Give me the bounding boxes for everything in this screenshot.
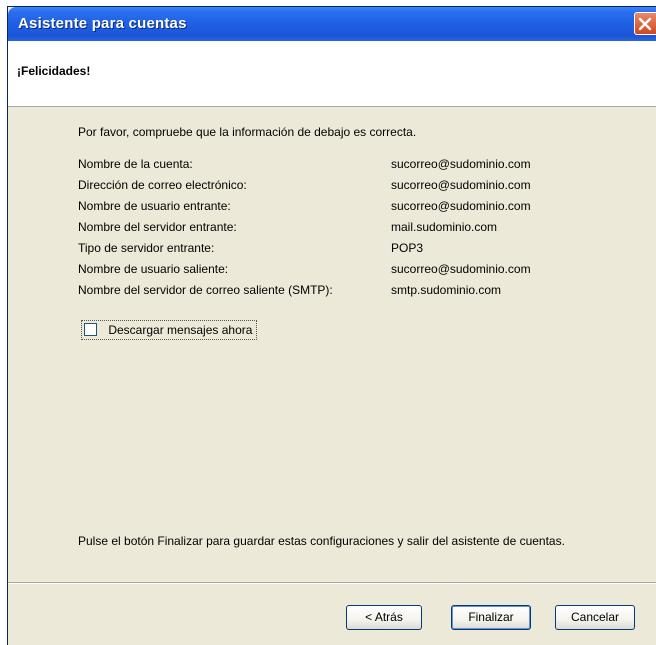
download-now-checkbox[interactable]: Descargar mensajes ahora	[81, 320, 258, 340]
separator	[8, 582, 656, 584]
info-label: Nombre del servidor entrante:	[78, 220, 237, 234]
close-icon	[638, 17, 652, 31]
info-value: smtp.sudominio.com	[391, 283, 502, 297]
title-bar[interactable]: Asistente para cuentas	[8, 7, 656, 41]
header-title: ¡Felicidades!	[17, 64, 91, 78]
info-value: sucorreo@sudominio.com	[391, 199, 531, 213]
finish-button[interactable]: Finalizar	[451, 605, 531, 630]
wizard-header: ¡Felicidades!	[8, 41, 656, 107]
info-row-smtp-server: Nombre del servidor de correo saliente (…	[78, 283, 598, 301]
info-row-account-name: Nombre de la cuenta: sucorreo@sudominio.…	[78, 157, 598, 175]
info-value: mail.sudominio.com	[391, 220, 498, 234]
info-row-incoming-user: Nombre de usuario entrante: sucorreo@sud…	[78, 199, 598, 217]
info-value: sucorreo@sudominio.com	[391, 262, 531, 276]
info-label: Nombre de la cuenta:	[78, 157, 193, 171]
info-row-outgoing-user: Nombre de usuario saliente: sucorreo@sud…	[78, 262, 598, 280]
checkbox-label[interactable]: Descargar mensajes ahora	[108, 323, 252, 337]
checkbox-box[interactable]	[84, 323, 97, 337]
window-title: Asistente para cuentas	[18, 15, 187, 32]
info-label: Tipo de servidor entrante:	[78, 241, 215, 255]
wizard-body: Por favor, compruebe que la información …	[8, 107, 656, 577]
info-row-incoming-server: Nombre del servidor entrante: mail.sudom…	[78, 220, 598, 238]
cancel-button[interactable]: Cancelar	[555, 605, 635, 630]
info-label: Nombre del servidor de correo saliente (…	[78, 283, 333, 297]
footer-text: Pulse el botón Finalizar para guardar es…	[78, 534, 565, 548]
close-button[interactable]	[634, 12, 656, 35]
info-value: sucorreo@sudominio.com	[391, 178, 531, 192]
info-row-server-type: Tipo de servidor entrante: POP3	[78, 241, 598, 259]
info-row-email: Dirección de correo electrónico: sucorre…	[78, 178, 598, 196]
info-label: Dirección de correo electrónico:	[78, 178, 247, 192]
info-value: POP3	[391, 241, 424, 255]
intro-text: Por favor, compruebe que la información …	[78, 125, 417, 139]
info-label: Nombre de usuario saliente:	[78, 262, 229, 276]
info-value: sucorreo@sudominio.com	[391, 157, 531, 171]
info-label: Nombre de usuario entrante:	[78, 199, 231, 213]
account-wizard-window: Asistente para cuentas ¡Felicidades! Por…	[7, 6, 656, 645]
back-button[interactable]: < Atrás	[346, 605, 422, 630]
